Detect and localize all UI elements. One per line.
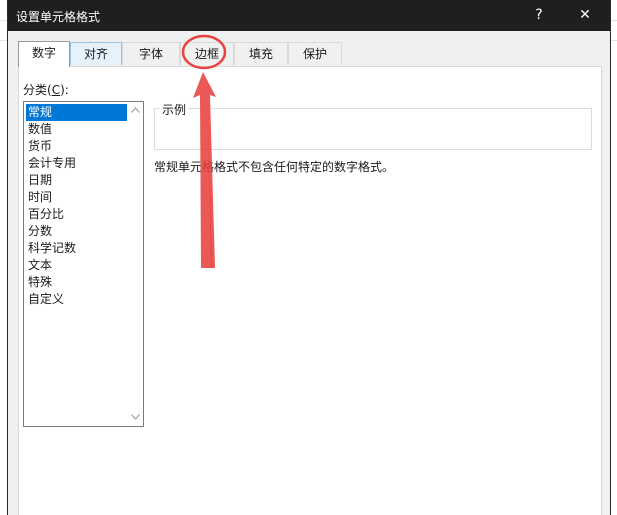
category-item-special[interactable]: 特殊 xyxy=(26,274,127,291)
chevron-up-icon[interactable] xyxy=(128,103,143,118)
dialog-titlebar[interactable]: 设置单元格格式 ? ✕ xyxy=(8,0,610,31)
category-label: 分类(C): xyxy=(23,83,69,97)
sample-box xyxy=(154,108,592,150)
category-item-time[interactable]: 时间 xyxy=(26,189,127,206)
category-item-general[interactable]: 常规 xyxy=(26,104,127,121)
tab-border[interactable]: 边框 xyxy=(180,42,234,65)
category-item-currency[interactable]: 货币 xyxy=(26,138,127,155)
format-cells-dialog: 设置单元格格式 ? ✕ 数字 对齐 字体 边框 填充 保护 分类(C): 常规 … xyxy=(8,0,610,515)
category-item-text[interactable]: 文本 xyxy=(26,257,127,274)
chevron-down-icon[interactable] xyxy=(128,410,143,425)
sample-legend: 示例 xyxy=(160,101,189,118)
tab-protection[interactable]: 保护 xyxy=(288,42,342,65)
close-button[interactable]: ✕ xyxy=(563,0,607,31)
category-scrollbar[interactable] xyxy=(128,102,143,426)
tab-alignment[interactable]: 对齐 xyxy=(70,42,122,65)
tab-number[interactable]: 数字 xyxy=(18,41,70,67)
category-listbox[interactable]: 常规 数值 货币 会计专用 日期 时间 百分比 分数 科学记数 文本 特殊 自定… xyxy=(23,101,144,427)
tab-fill[interactable]: 填充 xyxy=(234,42,288,65)
help-button[interactable]: ? xyxy=(517,0,561,31)
category-item-fraction[interactable]: 分数 xyxy=(26,223,127,240)
format-description: 常规单元格格式不包含任何特定的数字格式。 xyxy=(154,160,395,174)
category-item-number[interactable]: 数值 xyxy=(26,121,127,138)
tab-font[interactable]: 字体 xyxy=(122,42,180,65)
category-item-date[interactable]: 日期 xyxy=(26,172,127,189)
category-item-accounting[interactable]: 会计专用 xyxy=(26,155,127,172)
dialog-title: 设置单元格格式 xyxy=(16,10,101,24)
category-item-custom[interactable]: 自定义 xyxy=(26,291,127,308)
category-item-percentage[interactable]: 百分比 xyxy=(26,206,127,223)
category-item-scientific[interactable]: 科学记数 xyxy=(26,240,127,257)
